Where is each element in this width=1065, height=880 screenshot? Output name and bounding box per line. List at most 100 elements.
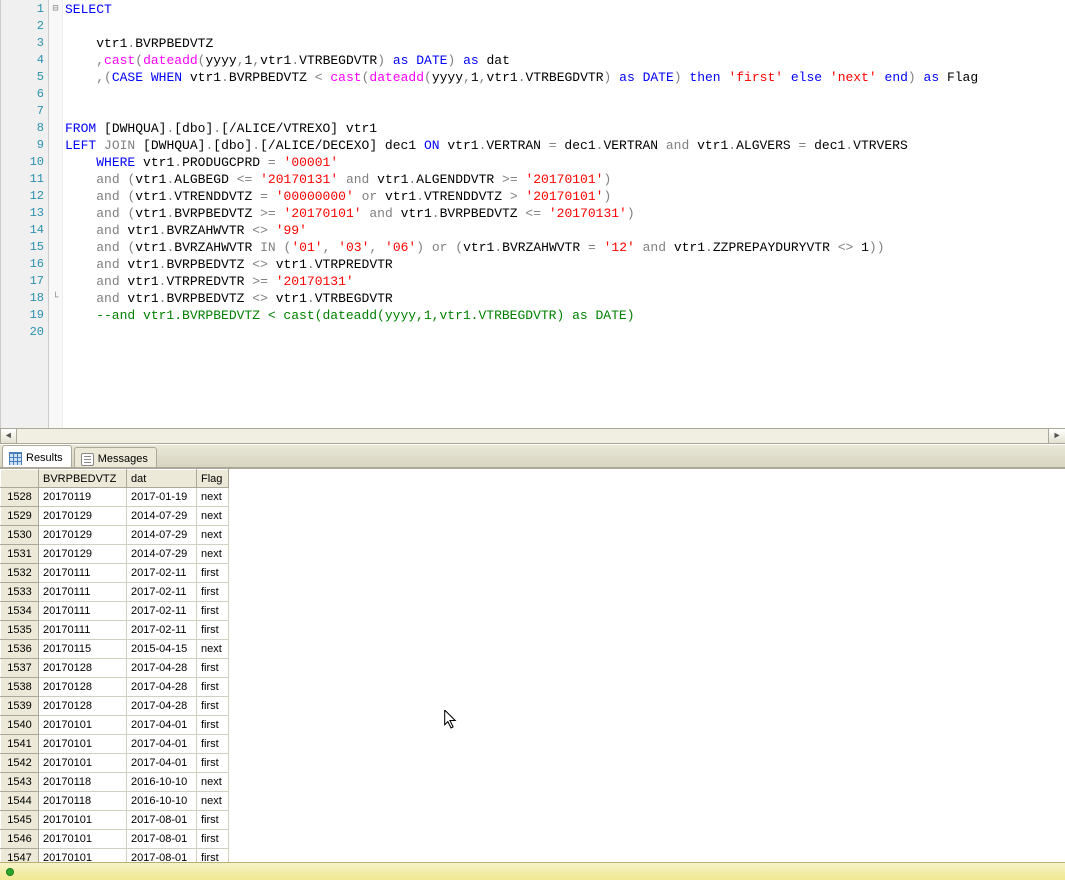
code-line[interactable]: and vtr1.BVRPBEDVTZ <> vtr1.VTRBEGDVTR [65, 290, 1065, 307]
code-line[interactable]: --and vtr1.BVRPBEDVTZ < cast(dateadd(yyy… [65, 307, 1065, 324]
code-line[interactable]: and (vtr1.VTRENDDVTZ = '00000000' or vtr… [65, 188, 1065, 205]
cell[interactable]: 2016-10-10 [127, 792, 197, 811]
table-row[interactable]: 1534201701112017-02-11first [1, 602, 229, 621]
cell[interactable]: 20170128 [39, 678, 127, 697]
table-row[interactable]: 1535201701112017-02-11first [1, 621, 229, 640]
code-line[interactable] [65, 324, 1065, 341]
code-line[interactable]: and vtr1.BVRPBEDVTZ <> vtr1.VTRPREDVTR [65, 256, 1065, 273]
tab-results[interactable]: Results [2, 445, 72, 467]
sql-editor[interactable]: 1234567891011121314151617181920 ⊟└ SELEC… [0, 0, 1065, 428]
code-line[interactable]: SELECT [65, 1, 1065, 18]
cell[interactable]: 2017-04-01 [127, 716, 197, 735]
code-line[interactable]: ,(CASE WHEN vtr1.BVRPBEDVTZ < cast(datea… [65, 69, 1065, 86]
cell[interactable]: 2015-04-15 [127, 640, 197, 659]
row-header[interactable]: 1528 [1, 488, 39, 507]
table-row[interactable]: 1529201701292014-07-29next [1, 507, 229, 526]
code-line[interactable]: LEFT JOIN [DWHQUA].[dbo].[/ALICE/DECEXO]… [65, 137, 1065, 154]
code-line[interactable] [65, 18, 1065, 35]
cell[interactable]: 20170118 [39, 792, 127, 811]
table-row[interactable]: 1543201701182016-10-10next [1, 773, 229, 792]
code-line[interactable]: and (vtr1.BVRPBEDVTZ >= '20170101' and v… [65, 205, 1065, 222]
table-row[interactable]: 1537201701282017-04-28first [1, 659, 229, 678]
cell[interactable]: first [197, 811, 229, 830]
cell[interactable]: next [197, 507, 229, 526]
table-row[interactable]: 1531201701292014-07-29next [1, 545, 229, 564]
cell[interactable]: 20170129 [39, 526, 127, 545]
code-line[interactable]: vtr1.BVRPBEDVTZ [65, 35, 1065, 52]
row-header[interactable]: 1536 [1, 640, 39, 659]
fold-marker[interactable]: ⊟ [49, 1, 62, 18]
row-header[interactable]: 1541 [1, 735, 39, 754]
row-header[interactable]: 1543 [1, 773, 39, 792]
cell[interactable]: 20170111 [39, 602, 127, 621]
cell[interactable]: 20170115 [39, 640, 127, 659]
table-row[interactable]: 1542201701012017-04-01first [1, 754, 229, 773]
table-row[interactable]: 1540201701012017-04-01first [1, 716, 229, 735]
results-grid[interactable]: BVRPBEDVTZdatFlag1528201701192017-01-19n… [0, 469, 229, 862]
cell[interactable]: 2017-08-01 [127, 830, 197, 849]
column-header[interactable]: Flag [197, 470, 229, 488]
column-header[interactable]: dat [127, 470, 197, 488]
code-line[interactable] [65, 86, 1065, 103]
row-header[interactable]: 1542 [1, 754, 39, 773]
cell[interactable]: first [197, 735, 229, 754]
table-row[interactable]: 1545201701012017-08-01first [1, 811, 229, 830]
cell[interactable]: 2017-02-11 [127, 621, 197, 640]
row-header[interactable]: 1538 [1, 678, 39, 697]
cell[interactable]: first [197, 716, 229, 735]
table-row[interactable]: 1541201701012017-04-01first [1, 735, 229, 754]
cell[interactable]: first [197, 849, 229, 863]
row-header[interactable]: 1531 [1, 545, 39, 564]
cell[interactable]: next [197, 526, 229, 545]
row-header[interactable]: 1545 [1, 811, 39, 830]
table-row[interactable]: 1538201701282017-04-28first [1, 678, 229, 697]
cell[interactable]: 2017-08-01 [127, 849, 197, 863]
cell[interactable]: 20170111 [39, 583, 127, 602]
column-header[interactable]: BVRPBEDVTZ [39, 470, 127, 488]
scroll-right-icon[interactable]: ► [1048, 429, 1065, 443]
cell[interactable]: 20170101 [39, 830, 127, 849]
row-header[interactable]: 1530 [1, 526, 39, 545]
cell[interactable]: first [197, 678, 229, 697]
cell[interactable]: 2017-04-28 [127, 697, 197, 716]
cell[interactable]: 20170129 [39, 507, 127, 526]
table-row[interactable]: 1544201701182016-10-10next [1, 792, 229, 811]
cell[interactable]: 20170119 [39, 488, 127, 507]
cell[interactable]: 20170111 [39, 564, 127, 583]
cell[interactable]: 20170101 [39, 716, 127, 735]
cell[interactable]: first [197, 583, 229, 602]
cell[interactable]: 20170101 [39, 735, 127, 754]
cell[interactable]: first [197, 830, 229, 849]
row-header[interactable]: 1544 [1, 792, 39, 811]
row-header[interactable]: 1539 [1, 697, 39, 716]
cell[interactable]: first [197, 697, 229, 716]
column-header[interactable] [1, 470, 39, 488]
table-row[interactable]: 1536201701152015-04-15next [1, 640, 229, 659]
cell[interactable]: 2017-01-19 [127, 488, 197, 507]
fold-column[interactable]: ⊟└ [49, 0, 63, 428]
table-row[interactable]: 1539201701282017-04-28first [1, 697, 229, 716]
cell[interactable]: 20170111 [39, 621, 127, 640]
cell[interactable]: 2014-07-29 [127, 526, 197, 545]
cell[interactable]: first [197, 602, 229, 621]
cell[interactable]: 2017-04-01 [127, 735, 197, 754]
cell[interactable]: 2017-02-11 [127, 583, 197, 602]
cell[interactable]: 2017-04-01 [127, 754, 197, 773]
cell[interactable]: 20170129 [39, 545, 127, 564]
code-line[interactable]: ,cast(dateadd(yyyy,1,vtr1.VTRBEGDVTR) as… [65, 52, 1065, 69]
cell[interactable]: next [197, 640, 229, 659]
row-header[interactable]: 1547 [1, 849, 39, 863]
cell[interactable]: 20170101 [39, 754, 127, 773]
cell[interactable]: 20170101 [39, 811, 127, 830]
code-line[interactable] [65, 103, 1065, 120]
code-line[interactable]: and vtr1.VTRPREDVTR >= '20170131' [65, 273, 1065, 290]
cell[interactable]: first [197, 564, 229, 583]
row-header[interactable]: 1529 [1, 507, 39, 526]
scroll-track[interactable] [17, 429, 1048, 443]
cell[interactable]: next [197, 545, 229, 564]
code-area[interactable]: SELECT vtr1.BVRPBEDVTZ ,cast(dateadd(yyy… [63, 0, 1065, 428]
tab-messages[interactable]: Messages [74, 447, 157, 467]
cell[interactable]: 2014-07-29 [127, 545, 197, 564]
code-line[interactable]: and (vtr1.ALGBEGD <= '20170131' and vtr1… [65, 171, 1065, 188]
scroll-left-icon[interactable]: ◄ [0, 429, 17, 443]
